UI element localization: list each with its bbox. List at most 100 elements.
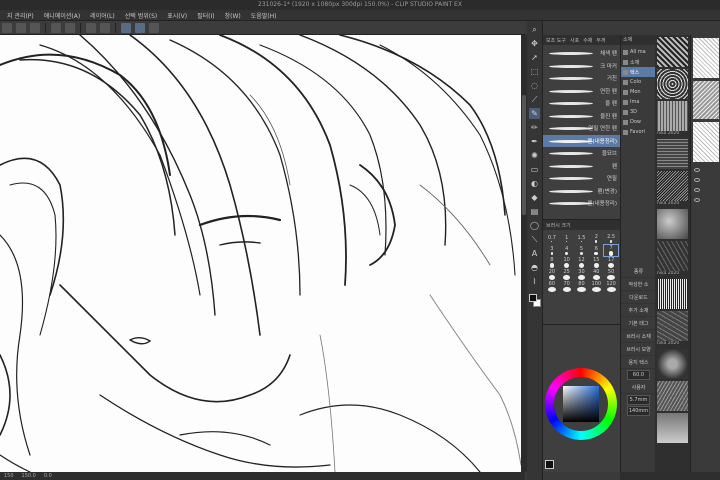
- brush-size-option[interactable]: 6: [589, 245, 603, 256]
- pencil-tool-icon[interactable]: ✏: [529, 122, 540, 133]
- tab-watercolor[interactable]: 수채: [583, 37, 592, 44]
- material-tree-node[interactable]: 3D: [621, 107, 655, 117]
- texture-thumbnail[interactable]: [657, 349, 688, 379]
- zoom-value[interactable]: 150.0: [22, 473, 36, 479]
- brush-size-option[interactable]: 8: [545, 257, 559, 268]
- brush-size-option[interactable]: 7: [603, 244, 619, 257]
- material-tree-node[interactable]: Ima: [621, 97, 655, 107]
- main-color-swatch[interactable]: [528, 294, 537, 302]
- zoom-tool-icon[interactable]: ⌕: [529, 24, 540, 35]
- brush-size-option[interactable]: 1: [560, 233, 574, 244]
- material-property[interactable]: 브러시 모양: [621, 343, 656, 356]
- brush-item-selected[interactable]: 펜(내용정리): [543, 134, 620, 147]
- eraser-tool-icon[interactable]: ▭: [529, 164, 540, 175]
- brush-item[interactable]: 펜: [543, 160, 620, 173]
- pen-tool-icon[interactable]: ✎: [529, 108, 540, 119]
- selection-tool-icon[interactable]: ⬚: [529, 66, 540, 77]
- scroll-thumb[interactable]: [522, 95, 526, 215]
- material-tree-node[interactable]: Favori: [621, 127, 655, 137]
- material-property[interactable]: 브러시 소재: [621, 330, 656, 343]
- brush-size-option[interactable]: 1.5: [575, 233, 589, 244]
- menu-item-animation[interactable]: 애니메이션(A): [39, 11, 85, 20]
- brush-size-option[interactable]: 80: [575, 281, 589, 292]
- material-tree-node[interactable]: Colo: [621, 77, 655, 87]
- correct-line-tool-icon[interactable]: ⌇: [529, 276, 540, 287]
- brush-size-option[interactable]: 10: [560, 257, 574, 268]
- brush-size-option[interactable]: 2.5: [604, 233, 618, 244]
- menu-item-filter[interactable]: 필터(I): [192, 11, 220, 20]
- texture-thumbnail[interactable]: [657, 139, 688, 169]
- brush-tool-icon[interactable]: ✒: [529, 136, 540, 147]
- brush-item[interactable]: 연필 연한 펜: [543, 122, 620, 135]
- material-property[interactable]: 다운로드: [621, 291, 656, 304]
- brush-size-option[interactable]: 2: [589, 233, 603, 244]
- brush-size-option[interactable]: 15: [589, 257, 603, 268]
- brush-size-option[interactable]: 0.7: [545, 233, 559, 244]
- brush-size-option[interactable]: 17: [604, 257, 618, 268]
- brush-size-option[interactable]: 120: [604, 281, 618, 292]
- texture-thumbnail[interactable]: [657, 279, 688, 309]
- eye-icon[interactable]: [694, 188, 700, 192]
- brush-size-option[interactable]: 25: [560, 269, 574, 280]
- main-sub-color-chips[interactable]: [528, 294, 541, 308]
- brush-item[interactable]: 연필: [543, 172, 620, 185]
- color-wheel[interactable]: [545, 368, 617, 440]
- balloon-tool-icon[interactable]: ◓: [529, 262, 540, 273]
- texture-thumbnail[interactable]: [657, 69, 688, 99]
- eye-icon[interactable]: [694, 198, 700, 202]
- saturation-value-square[interactable]: [563, 386, 599, 422]
- material-property[interactable]: 작성한 소: [621, 278, 656, 291]
- brush-size-option[interactable]: 50: [604, 269, 618, 280]
- tab-sandpaper[interactable]: 사포: [570, 37, 579, 44]
- texture-thumbnail[interactable]: [657, 101, 688, 131]
- gradient-tool-icon[interactable]: ▤: [529, 206, 540, 217]
- eye-icon[interactable]: [694, 178, 700, 182]
- figure-tool-icon[interactable]: ◯: [529, 220, 540, 231]
- texture-thumbnail[interactable]: [657, 241, 688, 271]
- material-property[interactable]: 사용자: [621, 381, 656, 394]
- angle-value[interactable]: 0.0: [44, 473, 52, 479]
- lasso-tool-icon[interactable]: ◌: [529, 80, 540, 91]
- menu-item-window[interactable]: 창(W): [220, 11, 246, 20]
- brush-item[interactable]: 울묘브: [543, 147, 620, 160]
- brush-size-option[interactable]: 70: [560, 281, 574, 292]
- clear-icon[interactable]: [86, 22, 96, 33]
- material-value-field[interactable]: 140mm: [627, 406, 650, 416]
- brush-item[interactable]: 펜(내용정리): [543, 197, 620, 210]
- open-icon[interactable]: [16, 22, 26, 33]
- menu-item-help[interactable]: 도움말(H): [246, 11, 282, 20]
- drawing-canvas[interactable]: [0, 35, 521, 472]
- menu-item-selection[interactable]: 선택 범위(S): [120, 11, 162, 20]
- brush-size-option[interactable]: 3: [545, 245, 559, 256]
- tab-thick[interactable]: 두꺼: [596, 37, 605, 44]
- menu-item-page[interactable]: 지 관리(P): [2, 11, 39, 20]
- eyedropper-tool-icon[interactable]: ⟋: [529, 94, 540, 105]
- layer-thumbnail[interactable]: [693, 38, 719, 78]
- material-property[interactable]: 기본 태그: [621, 317, 656, 330]
- brush-size-option[interactable]: 60: [545, 281, 559, 292]
- brush-item[interactable]: 거친: [543, 72, 620, 85]
- blend-tool-icon[interactable]: ◐: [529, 178, 540, 189]
- snap-ruler-icon[interactable]: [121, 22, 131, 33]
- texture-thumbnail[interactable]: [657, 209, 688, 239]
- save-icon[interactable]: [30, 22, 40, 33]
- brush-item[interactable]: 울진 펜: [543, 110, 620, 123]
- material-property[interactable]: 용지 텍스: [621, 356, 656, 369]
- move-tool-icon[interactable]: ✥: [529, 38, 540, 49]
- brush-item[interactable]: 크 마커: [543, 60, 620, 73]
- material-value-field[interactable]: 60.0: [627, 370, 650, 380]
- transform-icon[interactable]: [100, 22, 110, 33]
- material-tree-node[interactable]: 텍스: [621, 67, 655, 77]
- texture-thumbnail[interactable]: [657, 311, 688, 341]
- brush-item[interactable]: 울 펜: [543, 97, 620, 110]
- texture-thumbnail[interactable]: [657, 171, 688, 201]
- material-tree-node[interactable]: Mon: [621, 87, 655, 97]
- airbrush-tool-icon[interactable]: ✺: [529, 150, 540, 161]
- material-value-field[interactable]: 5.7mm: [627, 395, 650, 405]
- brush-size-option[interactable]: 20: [545, 269, 559, 280]
- operation-tool-icon[interactable]: ➚: [529, 52, 540, 63]
- material-property[interactable]: 종류: [621, 265, 656, 278]
- snap-grid-icon[interactable]: [135, 22, 145, 33]
- undo-icon[interactable]: [51, 22, 61, 33]
- menu-item-layer[interactable]: 레이어(L): [85, 11, 120, 20]
